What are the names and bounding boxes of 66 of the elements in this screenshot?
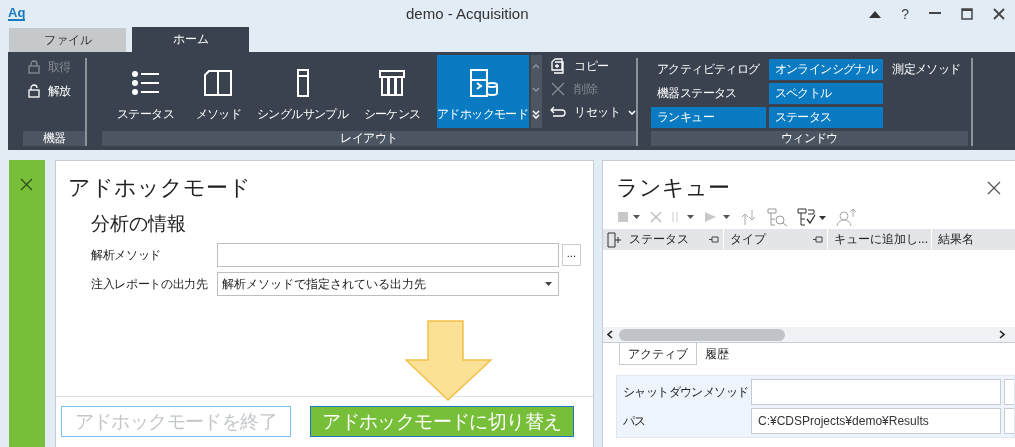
window-toggle[interactable]: オンラインシグナル <box>768 59 884 80</box>
dropdown-caret-icon <box>544 282 552 286</box>
column-header[interactable]: ステータス <box>623 229 724 250</box>
panel-title: ランキュー <box>616 174 730 202</box>
copy-icon <box>550 58 567 74</box>
window-toggle[interactable]: ランキュー <box>651 107 766 128</box>
path-field[interactable]: C:¥CDSProjects¥demo¥Results <box>751 408 1001 434</box>
layout-button[interactable]: メソッド <box>185 55 252 128</box>
window-toggle[interactable]: 機器ステータス <box>651 83 766 104</box>
queue-tab[interactable]: アクティブ <box>619 343 697 365</box>
window-toggle[interactable]: 測定メソッド <box>886 59 967 80</box>
shutdown-method-field[interactable] <box>751 379 1001 405</box>
window-toggle[interactable]: アクティビティログ <box>651 59 766 80</box>
lock-icon <box>28 84 40 98</box>
maximize-icon[interactable] <box>961 7 973 20</box>
ribbon-tab[interactable]: ホーム <box>132 27 249 52</box>
close-icon[interactable] <box>993 7 1005 20</box>
close-icon[interactable] <box>987 181 1001 195</box>
group-label: レイアウト <box>102 131 636 146</box>
ribbon-small-button[interactable]: リセット <box>550 103 636 121</box>
pause-icon[interactable] <box>670 211 696 223</box>
layout-button[interactable]: シングルサンプル <box>251 55 354 128</box>
horizontal-scrollbar[interactable] <box>603 327 1015 342</box>
panel-title: アドホックモード <box>66 174 252 202</box>
ribbon-small-button[interactable]: 解放 <box>28 82 85 100</box>
browse-button[interactable]: ... <box>561 244 581 266</box>
minimize-icon[interactable] <box>929 12 941 15</box>
pin-icon[interactable] <box>813 236 823 243</box>
tree-check-icon[interactable] <box>796 207 828 227</box>
column-chooser-icon[interactable] <box>607 231 623 248</box>
undo-icon <box>550 104 567 120</box>
column-header[interactable]: キューに追加し... <box>828 229 932 250</box>
layout-button[interactable]: ステータス <box>106 55 186 128</box>
lock-icon <box>28 60 40 74</box>
window-title: demo - Acquisition <box>405 5 530 22</box>
field-label: 解析メソッド <box>90 246 163 264</box>
window-toggle[interactable]: ステータス <box>768 107 884 128</box>
play-icon[interactable] <box>704 211 732 223</box>
column-header[interactable]: タイプ <box>724 229 828 250</box>
column-header[interactable]: 結果名 <box>932 229 982 250</box>
field-label: パス <box>622 412 647 430</box>
close-icon[interactable] <box>20 178 34 191</box>
stop-icon[interactable] <box>618 211 642 223</box>
layout-button[interactable]: シーケンス <box>353 55 431 128</box>
layout-button[interactable]: アドホックモード <box>436 55 529 128</box>
window-toggle[interactable]: スペクトル <box>768 83 884 104</box>
collapse-ribbon-icon[interactable] <box>869 9 882 18</box>
app-logo: Aq <box>8 6 26 21</box>
delete-icon <box>550 81 567 97</box>
ribbon-small-button[interactable]: コピー <box>550 57 636 75</box>
scroll-right-icon[interactable] <box>999 330 1005 339</box>
method-field[interactable] <box>216 243 559 267</box>
expand-icon[interactable] <box>532 110 541 119</box>
scroll-left-icon[interactable] <box>607 330 613 339</box>
field-label: 注入レポートの出力先 <box>90 275 209 293</box>
caret-icon[interactable] <box>628 109 636 115</box>
pin-icon[interactable] <box>709 236 719 243</box>
ribbon-tab[interactable]: ファイル <box>9 28 126 52</box>
output-dropdown[interactable]: 解析メソッドで指定されている出力先 <box>216 272 559 296</box>
gallery-scroller[interactable] <box>530 55 543 128</box>
section-title: 分析の情報 <box>89 212 187 236</box>
group-label: 機器 <box>23 131 85 146</box>
queue-tab[interactable]: 履歴 <box>697 343 737 365</box>
field-label: シャットダウンメソッド <box>622 383 750 401</box>
help-button[interactable]: ? <box>901 5 909 22</box>
group-label: ウィンドウ <box>651 131 968 146</box>
